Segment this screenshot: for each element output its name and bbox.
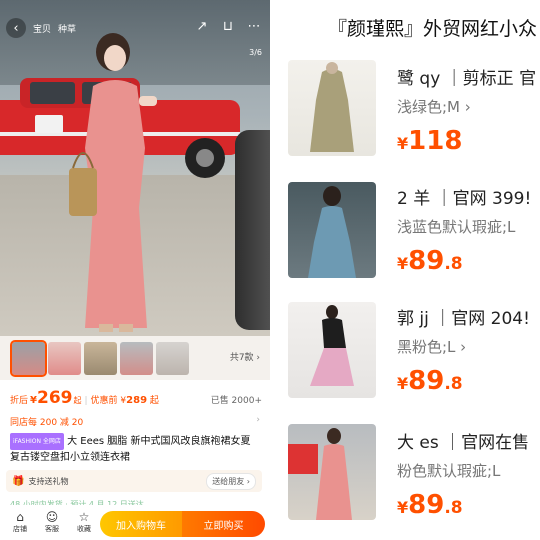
buy-now-button[interactable]: 立即购买 xyxy=(182,511,265,537)
item-name: 大 es ｜官网在售 xyxy=(397,433,530,453)
tab-baby[interactable]: 宝贝 xyxy=(33,22,51,35)
item-name: 鹭 qy ｜剪标正 官 xyxy=(397,69,537,89)
topbar-icons: ↗ ⊔ ⋯ xyxy=(194,18,262,34)
customer-service-button[interactable]: ☺ 客服 xyxy=(36,511,68,534)
style-thumbnail[interactable] xyxy=(10,339,47,377)
item-price: ¥118 xyxy=(397,126,463,156)
star-icon: ☆ xyxy=(78,510,90,524)
share-icon[interactable]: ↗ xyxy=(194,18,210,34)
shop-icon: ⌂ xyxy=(16,510,24,524)
style-thumbnail[interactable] xyxy=(156,341,189,375)
list-item[interactable]: 鹭 qy ｜剪标正 官 浅绿色;M › ¥118 xyxy=(270,56,540,176)
style-thumbnail[interactable] xyxy=(48,341,81,375)
gift-support-text: 支持送礼物 xyxy=(28,476,69,486)
add-to-cart-button[interactable]: 加入购物车 xyxy=(100,511,182,537)
item-name: 郭 jj ｜官网 204! xyxy=(397,309,530,329)
send-to-friend-button[interactable]: 送给朋友 › xyxy=(206,472,256,490)
price-suffix: 起 xyxy=(73,396,82,405)
dark-car xyxy=(235,130,270,330)
list-item[interactable]: 大 es ｜官网在售 粉色默认瑕疵;L ¥89.8 xyxy=(270,416,540,536)
more-styles-link[interactable]: 共7款 › xyxy=(230,350,260,363)
image-counter: 3/6 xyxy=(249,48,262,57)
back-arrow-icon[interactable]: ‹ xyxy=(6,18,26,38)
discount-price: 269 xyxy=(36,388,73,408)
coupon-text: 同店每 200 减 20 xyxy=(10,418,84,428)
product-detail-panel: ‹ 宝贝 种草 ↗ ⊔ ⋯ 3/6 共7款 › 折后 ¥ 269 起 | 优惠前 xyxy=(0,0,270,540)
item-image[interactable] xyxy=(288,424,376,520)
original-price: 优惠前 ¥289 起 xyxy=(90,395,159,406)
product-title: iFASHION 全网店 大 Eees 胭脂 新中式国风改良旗袍裙女夏复古镂空盘… xyxy=(10,433,260,465)
dress-image xyxy=(310,305,354,386)
cart-icon[interactable]: ⊔ xyxy=(220,18,236,34)
model-figure xyxy=(69,33,157,332)
dress-image xyxy=(288,428,352,520)
item-image[interactable] xyxy=(288,60,376,156)
favorite-button[interactable]: ☆ 收藏 xyxy=(68,511,100,534)
shop-title: 『颜瑾熙』外贸网红小众 xyxy=(328,18,538,40)
style-thumbnail[interactable] xyxy=(84,341,117,375)
item-price: ¥89.8 xyxy=(397,490,463,520)
coupon-row[interactable]: 同店每 200 减 20 › xyxy=(10,415,260,428)
style-thumbnail[interactable] xyxy=(120,341,153,375)
dress-image xyxy=(310,62,354,152)
discount-price-label: 折后 xyxy=(10,396,29,406)
bottom-action-bar: ⌂ 店铺 ☺ 客服 ☆ 收藏 加入购物车 立即购买 xyxy=(0,505,270,540)
gift-row[interactable]: 🎁 支持送礼物 送给朋友 › xyxy=(6,470,262,492)
product-main-image[interactable] xyxy=(0,0,270,336)
item-spec[interactable]: 黑粉色;L › xyxy=(397,336,466,357)
price-row: 折后 ¥ 269 起 | 优惠前 ¥289 起 已售 2000+ xyxy=(10,388,262,408)
gift-icon: 🎁 xyxy=(12,475,25,487)
price-currency: ¥ xyxy=(30,395,37,406)
item-spec[interactable]: 浅蓝色默认瑕疵;L xyxy=(397,216,515,237)
top-navigation-bar: ‹ 宝贝 种草 ↗ ⊔ ⋯ xyxy=(0,14,270,42)
ifashion-badge: iFASHION 全网店 xyxy=(10,433,64,450)
item-price: ¥89.8 xyxy=(397,366,463,396)
item-image[interactable] xyxy=(288,302,376,398)
chevron-right-icon: › xyxy=(256,415,260,425)
shop-list-panel: 『颜瑾熙』外贸网红小众 鹭 qy ｜剪标正 官 浅绿色;M › ¥118 2 羊… xyxy=(270,0,540,540)
price-divider: | xyxy=(84,396,88,406)
dress-image xyxy=(308,186,356,278)
item-name: 2 羊 ｜官网 399! xyxy=(397,189,532,209)
screenshot-root: ‹ 宝贝 种草 ↗ ⊔ ⋯ 3/6 共7款 › 折后 ¥ 269 起 | 优惠前 xyxy=(0,0,540,540)
list-item[interactable]: 2 羊 ｜官网 399! 浅蓝色默认瑕疵;L ¥89.8 xyxy=(270,176,540,296)
chat-icon: ☺ xyxy=(45,510,59,524)
item-price: ¥89.8 xyxy=(397,246,463,276)
list-item[interactable]: 郭 jj ｜官网 204! 黑粉色;L › ¥89.8 xyxy=(270,296,540,416)
item-spec[interactable]: 粉色默认瑕疵;L xyxy=(397,460,500,481)
shop-button[interactable]: ⌂ 店铺 xyxy=(4,511,36,534)
item-image[interactable] xyxy=(288,182,376,278)
item-spec[interactable]: 浅绿色;M › xyxy=(397,96,471,117)
tab-seed[interactable]: 种草 xyxy=(58,22,76,35)
more-icon[interactable]: ⋯ xyxy=(246,18,262,34)
sold-count: 已售 2000+ xyxy=(210,396,262,406)
